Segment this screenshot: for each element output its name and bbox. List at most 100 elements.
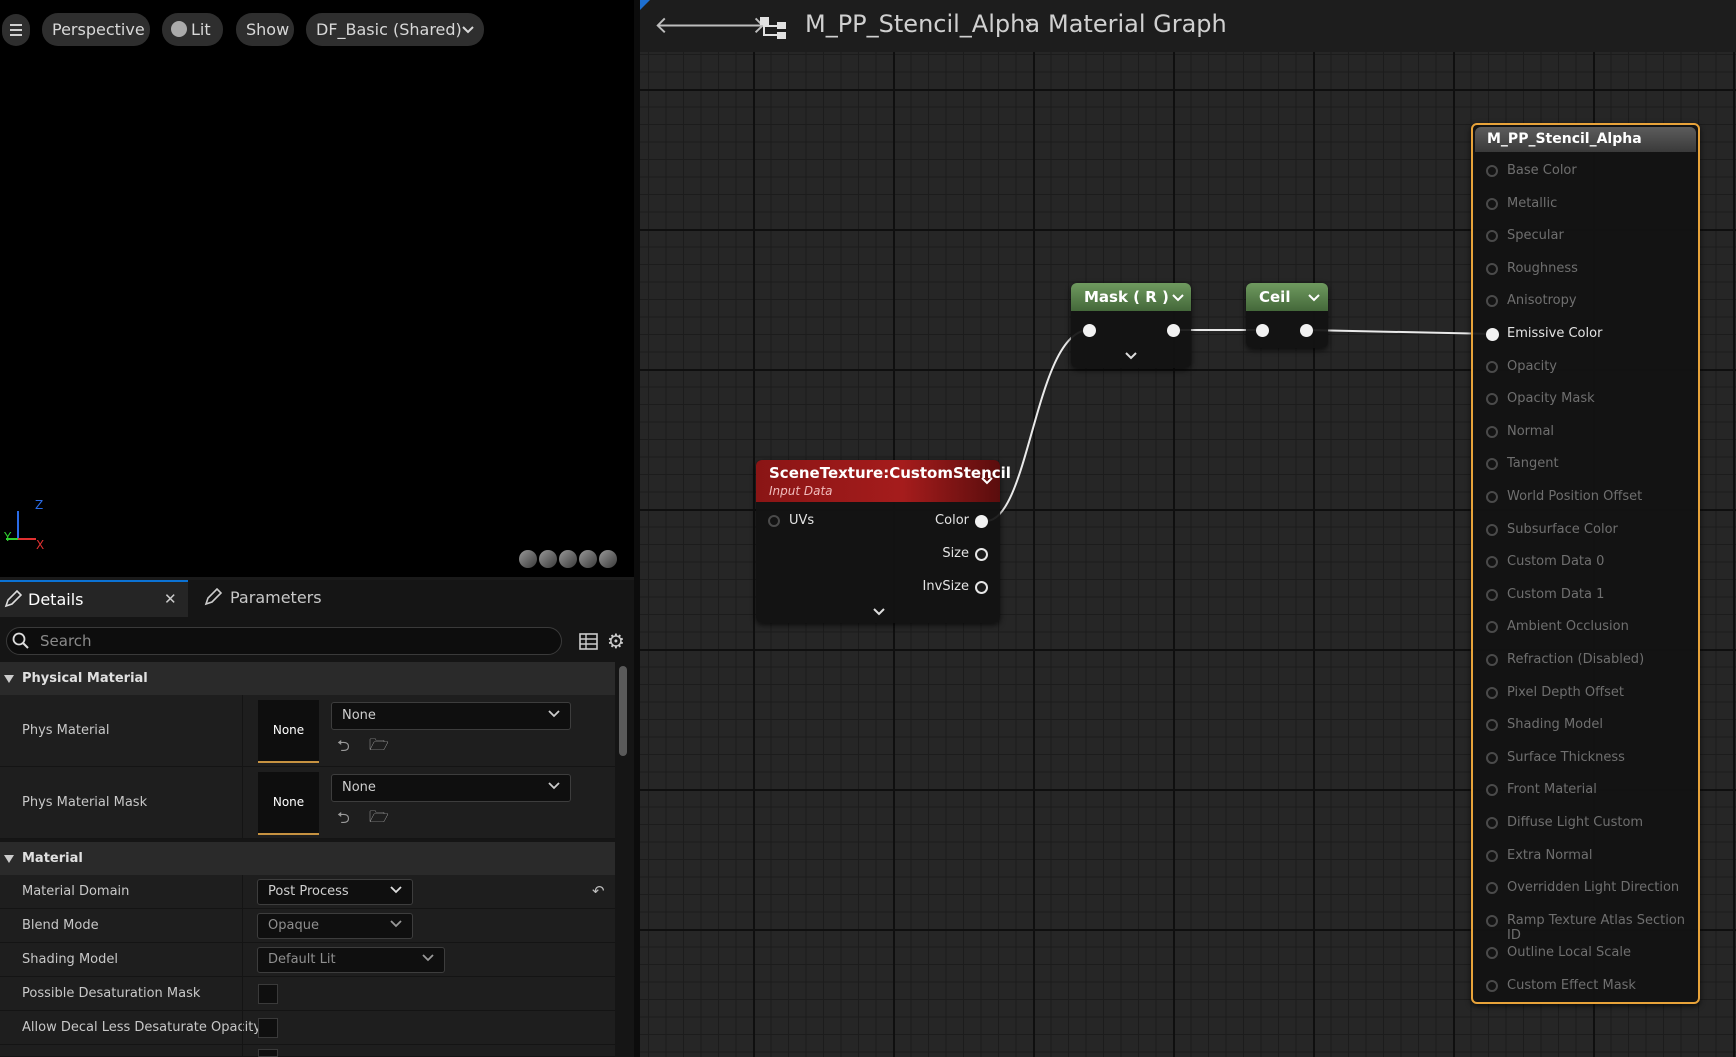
result-input-pin[interactable] <box>1486 328 1499 341</box>
browse-folder-icon[interactable]: 🗁 <box>369 806 389 833</box>
material-domain-dropdown[interactable]: Post Process <box>257 879 413 905</box>
result-input-pin[interactable] <box>1486 295 1498 308</box>
result-input-pin[interactable] <box>1486 980 1498 992</box>
expand-chevron-icon[interactable] <box>1125 352 1137 360</box>
lit-button[interactable]: Lit <box>162 13 223 46</box>
search-input[interactable]: Search <box>6 627 562 655</box>
breadcrumb-graph[interactable]: Material Graph <box>1048 10 1227 38</box>
ceil-output-pin[interactable] <box>1300 324 1313 337</box>
result-input-pin[interactable] <box>1486 686 1498 699</box>
asset-picker-value: None <box>342 708 376 723</box>
search-icon <box>12 632 29 649</box>
uvs-input-pin[interactable] <box>768 515 780 527</box>
row-allow-decal-less-desaturate: Allow Decal Less Desaturate Opacity <box>0 1011 615 1045</box>
result-input-pin[interactable] <box>1486 588 1498 601</box>
perspective-button[interactable]: Perspective <box>42 13 150 46</box>
viewport[interactable] <box>0 0 634 577</box>
forward-arrow-icon[interactable]: 🡒 <box>702 10 766 39</box>
tab-parameters[interactable]: Parameters <box>192 580 352 615</box>
result-input-label: Pixel Depth Offset <box>1507 684 1624 700</box>
sphere-preview-icon[interactable] <box>539 550 557 568</box>
ceil-node[interactable]: Ceil <box>1246 283 1328 348</box>
result-input-pin[interactable] <box>1486 817 1498 829</box>
result-input-pin[interactable] <box>1486 458 1498 471</box>
tab-details[interactable]: Details ✕ <box>0 580 188 617</box>
allow-decal-checkbox[interactable] <box>258 1018 278 1038</box>
row-label: Allow Decal Less Desaturate Opacity <box>22 1020 262 1035</box>
chevron-down-icon <box>390 886 402 894</box>
size-output-pin[interactable] <box>975 548 988 561</box>
mesh-preview-icon[interactable] <box>599 550 617 568</box>
result-input-label: Custom Effect Mask <box>1507 978 1636 993</box>
chevron-down-icon[interactable] <box>981 477 993 485</box>
close-icon[interactable]: ✕ <box>164 582 177 617</box>
result-input-pin[interactable] <box>1486 751 1498 764</box>
result-input-label: Anisotropy <box>1507 293 1577 309</box>
cylinder-preview-icon[interactable] <box>519 550 537 568</box>
search-placeholder: Search <box>40 632 92 650</box>
result-input-pin[interactable] <box>1486 491 1498 503</box>
result-input-pin[interactable] <box>1486 784 1498 797</box>
result-input-pin[interactable] <box>1486 523 1498 536</box>
asset-picker-dropdown[interactable]: None <box>331 702 571 730</box>
result-input-pin[interactable] <box>1486 914 1498 927</box>
asset-thumbnail[interactable]: None <box>258 700 319 763</box>
plane-preview-icon[interactable] <box>559 550 577 568</box>
expand-chevron-icon[interactable] <box>873 608 885 616</box>
result-input-pin[interactable] <box>1486 947 1498 960</box>
result-input-pin[interactable] <box>1486 230 1498 243</box>
result-input-pin[interactable] <box>1486 262 1498 275</box>
use-selected-arrow-icon[interactable]: ⮌ <box>337 735 350 762</box>
gear-icon[interactable]: ⚙ <box>607 629 625 653</box>
show-button[interactable]: Show <box>236 13 294 46</box>
ceil-input-pin[interactable] <box>1256 324 1269 337</box>
shading-model-value: Default Lit <box>268 952 336 967</box>
result-input-label: World Position Offset <box>1507 489 1643 504</box>
result-input-label: Diffuse Light Custom <box>1507 815 1644 830</box>
result-input-pin[interactable] <box>1486 882 1498 895</box>
chevron-down-icon[interactable] <box>1308 294 1320 302</box>
result-input-pin[interactable] <box>1486 654 1498 666</box>
shading-model-dropdown[interactable]: Default Lit <box>257 947 445 973</box>
lit-sphere-icon <box>171 21 187 37</box>
result-input-pin[interactable] <box>1486 849 1498 862</box>
result-input-pin[interactable] <box>1486 719 1498 732</box>
mask-output-pin[interactable] <box>1167 324 1180 337</box>
result-input-label: Normal <box>1507 423 1555 439</box>
scene-texture-node[interactable]: SceneTexture:CustomStencil Input Data UV… <box>756 460 1011 623</box>
result-input-pin[interactable] <box>1486 393 1498 406</box>
material-result-node[interactable]: M_PP_Stencil_Alpha Base Color Metallic Spe… <box>1471 123 1700 1004</box>
view-mode-dropdown[interactable]: DF_Basic (Shared) <box>306 13 484 46</box>
color-output-pin[interactable] <box>975 515 988 528</box>
category-material[interactable]: Material <box>0 842 615 875</box>
details-scrollbar[interactable] <box>619 666 627 756</box>
blend-mode-dropdown[interactable]: Opaque <box>257 913 413 939</box>
row-label: Possible Desaturation Mask <box>22 986 201 1001</box>
component-mask-node[interactable]: Mask ( R ) <box>1071 283 1191 368</box>
partial-checkbox[interactable] <box>258 1049 278 1057</box>
result-input-label: Surface Thickness <box>1507 749 1625 765</box>
result-input-label: Roughness <box>1507 260 1578 276</box>
invsize-output-pin[interactable] <box>975 581 988 594</box>
category-physical-material[interactable]: Physical Material <box>0 662 615 695</box>
use-selected-arrow-icon[interactable]: ⮌ <box>337 807 350 834</box>
reset-to-default-icon[interactable]: ↶ <box>592 882 605 900</box>
browse-folder-icon[interactable]: 🗁 <box>369 734 389 761</box>
result-input-pin[interactable] <box>1486 425 1498 438</box>
result-input-pin[interactable] <box>1486 556 1498 569</box>
result-input-pin[interactable] <box>1486 360 1498 373</box>
result-input-pin[interactable] <box>1486 197 1498 210</box>
cube-preview-icon[interactable] <box>579 550 597 568</box>
breadcrumb-material[interactable]: M_PP_Stencil_Alpha <box>805 10 1040 38</box>
table-view-icon[interactable] <box>579 633 599 651</box>
chevron-down-icon[interactable] <box>1172 294 1184 302</box>
mask-input-pin[interactable] <box>1083 324 1096 337</box>
asset-picker-dropdown[interactable]: None <box>331 774 571 802</box>
hamburger-menu-icon[interactable] <box>2 14 30 46</box>
collapse-arrow-icon <box>4 855 14 863</box>
asset-thumbnail[interactable]: None <box>258 772 319 835</box>
result-input-label: Shading Model <box>1507 717 1603 733</box>
desaturation-mask-checkbox[interactable] <box>258 984 278 1004</box>
result-input-pin[interactable] <box>1486 165 1498 177</box>
result-input-pin[interactable] <box>1486 621 1498 634</box>
